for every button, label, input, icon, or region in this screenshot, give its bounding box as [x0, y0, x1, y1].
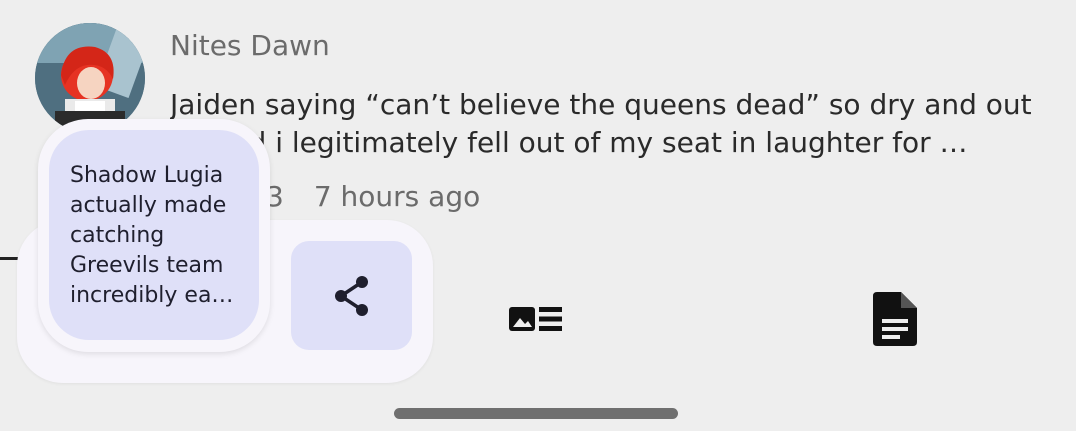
- post-meta: 37 hours ago: [266, 180, 480, 213]
- document-icon[interactable]: [873, 292, 917, 350]
- post-time: 7 hours ago: [313, 180, 481, 213]
- avatar[interactable]: [35, 23, 145, 133]
- share-icon: [334, 275, 368, 316]
- post-text[interactable]: Jaiden saying “can’t believe the queens …: [170, 86, 1040, 162]
- avatar-image: [35, 23, 145, 133]
- article-icon[interactable]: [508, 305, 564, 337]
- share-button[interactable]: [291, 241, 412, 350]
- tooltip-text: Shadow Lugia actually made catching Gree…: [70, 163, 234, 308]
- divider: [0, 257, 18, 260]
- post-author: Nites Dawn: [170, 29, 330, 62]
- home-indicator[interactable]: [394, 408, 678, 419]
